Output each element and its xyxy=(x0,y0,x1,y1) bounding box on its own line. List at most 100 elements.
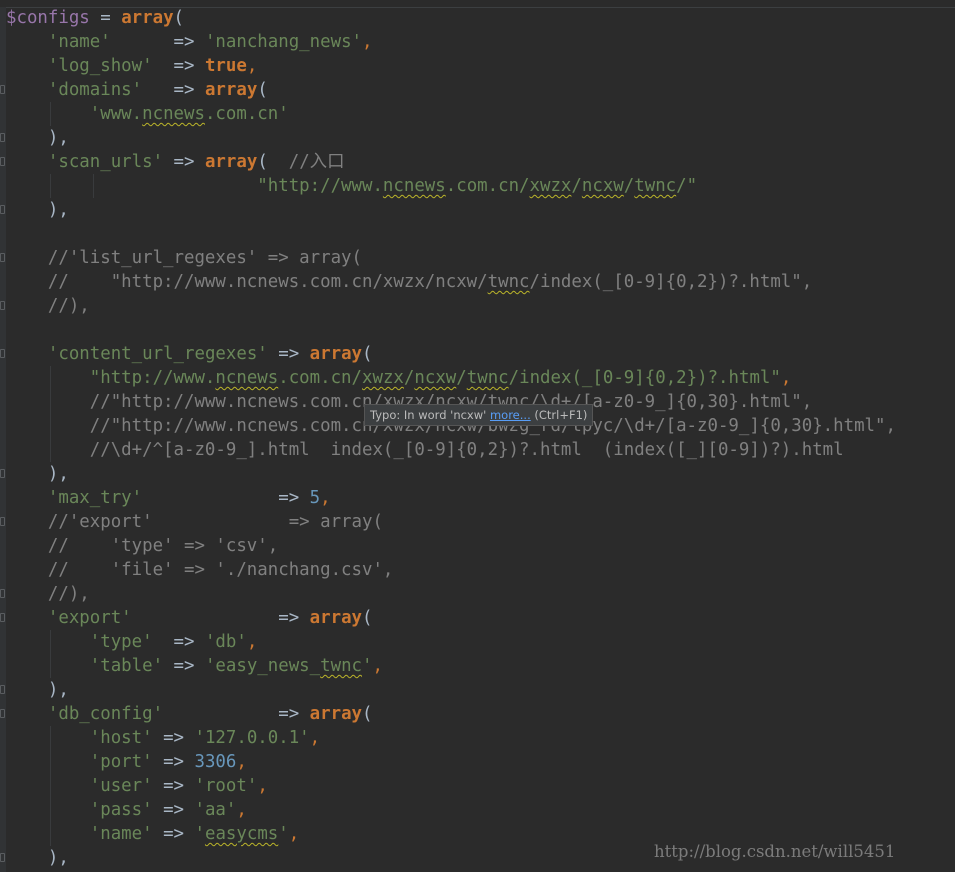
code-token: 'name' xyxy=(47,32,111,52)
fold-marker-icon[interactable] xyxy=(0,301,5,310)
code-token: // 'type' => 'csv', xyxy=(6,536,279,556)
code-token: ' xyxy=(278,824,289,844)
code-token: 'www. xyxy=(89,104,143,124)
fold-marker-icon[interactable] xyxy=(0,613,5,622)
indent-guide xyxy=(49,654,51,678)
code-line[interactable]: 'pass' => 'aa', xyxy=(6,798,955,822)
fold-marker-icon[interactable] xyxy=(0,205,5,214)
fold-marker-icon[interactable] xyxy=(0,157,5,166)
fold-marker-icon[interactable] xyxy=(0,253,5,262)
fold-marker-icon[interactable] xyxy=(0,349,5,358)
indent-guide xyxy=(49,366,51,390)
code-token: 'name' xyxy=(89,824,153,844)
code-line[interactable]: // "http://www.ncnews.com.cn/xwzx/ncxw/t… xyxy=(6,270,955,294)
code-token: 'easy_news_ xyxy=(204,656,321,676)
indent-guide xyxy=(49,774,51,798)
code-token: "http://www. xyxy=(257,176,383,196)
code-line[interactable]: $configs = array( xyxy=(6,6,955,30)
code-token: 'domains' xyxy=(47,80,143,100)
code-line[interactable]: 'user' => 'root', xyxy=(6,774,955,798)
indent-guide xyxy=(49,102,51,126)
code-token: //), xyxy=(6,584,90,604)
code-line[interactable]: //), xyxy=(0,294,955,318)
code-line[interactable]: 'export' => array( xyxy=(0,606,955,630)
fold-marker-icon[interactable] xyxy=(0,85,5,94)
code-token: = xyxy=(89,8,122,28)
code-line[interactable]: // 'file' => './nanchang.csv', xyxy=(6,558,955,582)
code-token: ( xyxy=(173,8,185,28)
code-token: ncnews xyxy=(142,104,205,124)
code-token: => xyxy=(152,632,205,652)
code-editor[interactable]: $configs = array( 'name' => 'nanchang_ne… xyxy=(0,6,955,870)
code-token: ), xyxy=(6,200,69,220)
code-token: 'nanchang_news' xyxy=(204,32,363,52)
code-token: => xyxy=(110,32,205,52)
code-line[interactable]: 'port' => 3306, xyxy=(6,750,955,774)
fold-marker-icon[interactable] xyxy=(0,469,5,478)
code-token: ( xyxy=(257,152,289,172)
code-line[interactable]: "http://www.ncnews.com.cn/xwzx/ncxw/twnc… xyxy=(6,174,955,198)
code-line[interactable]: 'content_url_regexes' => array( xyxy=(0,342,955,366)
fold-marker-icon[interactable] xyxy=(0,853,5,862)
code-line[interactable]: ), xyxy=(0,126,955,150)
code-token: => xyxy=(152,752,195,772)
code-line[interactable]: 'log_show' => true, xyxy=(6,54,955,78)
code-line[interactable]: 'name' => 'nanchang_news', xyxy=(6,30,955,54)
code-token: twnc xyxy=(320,656,363,676)
code-token: ), xyxy=(6,680,69,700)
code-line[interactable]: //'export' => array( xyxy=(0,510,955,534)
fold-marker-icon[interactable] xyxy=(0,517,5,526)
code-line[interactable]: 'db_config' => array( xyxy=(0,702,955,726)
code-line[interactable]: 'type' => 'db', xyxy=(6,630,955,654)
code-token: 'db' xyxy=(204,632,247,652)
code-token: => xyxy=(163,656,205,676)
code-token: ' xyxy=(194,824,205,844)
fold-marker-icon[interactable] xyxy=(0,589,5,598)
indent-guide xyxy=(49,174,51,198)
code-token: //'list_url_regexes' => array( xyxy=(6,248,362,268)
code-token: twnc xyxy=(487,272,530,292)
code-line[interactable]: 'domains' => array( xyxy=(0,78,955,102)
code-line[interactable]: 'scan_urls' => array( //入口 xyxy=(0,150,955,174)
code-token: xwzx xyxy=(529,176,572,196)
fold-marker-icon[interactable] xyxy=(0,685,5,694)
fold-marker-icon[interactable] xyxy=(0,133,5,142)
code-line[interactable]: 'table' => 'easy_news_twnc', xyxy=(6,654,955,678)
code-line[interactable]: // 'type' => 'csv', xyxy=(6,534,955,558)
code-line[interactable] xyxy=(6,222,955,246)
code-line[interactable]: ), xyxy=(0,678,955,702)
watermark-url: http://blog.csdn.net/will5451 xyxy=(654,842,896,861)
code-token: , xyxy=(309,728,321,748)
indent-guide xyxy=(49,438,51,462)
code-line[interactable]: //), xyxy=(0,582,955,606)
code-token: , xyxy=(236,800,247,820)
code-line[interactable]: //'list_url_regexes' => array( xyxy=(0,246,955,270)
code-line[interactable]: 'host' => '127.0.0.1', xyxy=(6,726,955,750)
code-token: //), xyxy=(6,296,90,316)
code-token: , xyxy=(372,656,383,676)
code-token: 'user' xyxy=(89,776,153,796)
code-line[interactable]: ), xyxy=(0,198,955,222)
code-token: twnc xyxy=(634,176,677,196)
code-token: array xyxy=(204,80,258,100)
code-line[interactable]: 'www.ncnews.com.cn' xyxy=(6,102,955,126)
code-line[interactable]: ), xyxy=(0,462,955,486)
code-line[interactable]: //\d+/^[a-z0-9_].html index(_[0-9]{0,2})… xyxy=(6,438,955,462)
code-line[interactable]: 'max_try' => 5, xyxy=(6,486,955,510)
code-line[interactable]: "http://www.ncnews.com.cn/xwzx/ncxw/twnc… xyxy=(6,366,955,390)
code-token: => xyxy=(152,824,195,844)
tooltip-more-link[interactable]: more... xyxy=(490,408,531,422)
indent-guide xyxy=(49,726,51,750)
code-line[interactable] xyxy=(6,318,955,342)
code-token: 'table' xyxy=(89,656,164,676)
fold-marker-icon[interactable] xyxy=(0,709,5,718)
typo-tooltip: Typo: In word 'ncxw' more... (Ctrl+F1) xyxy=(364,404,594,426)
code-token: array xyxy=(309,704,363,724)
